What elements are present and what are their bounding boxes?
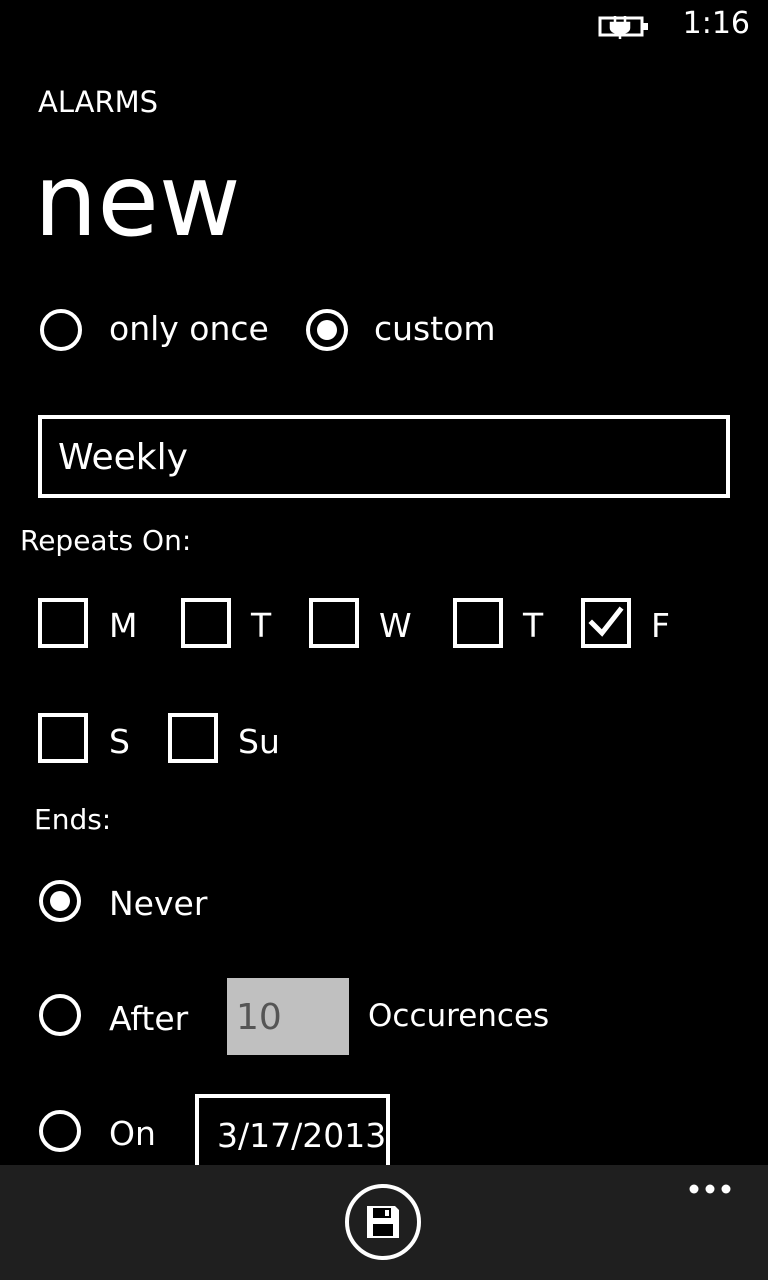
app-title: ALARMS (38, 85, 159, 119)
ends-after-radio[interactable] (39, 994, 81, 1036)
occurrences-label: Occurences (368, 998, 550, 1034)
only-once-radio[interactable] (40, 309, 82, 351)
ends-label: Ends: (34, 803, 112, 836)
end-date-value: 3/17/2013 (217, 1116, 387, 1155)
recurrence-pattern-field[interactable]: Weekly (38, 415, 730, 498)
day-label-sunday: Su (238, 722, 280, 761)
day-checkbox-monday[interactable] (38, 598, 88, 648)
day-checkbox-tuesday[interactable] (181, 598, 231, 648)
occurrence-count-value: 10 (236, 997, 282, 1038)
ends-on-radio[interactable] (39, 1110, 81, 1152)
day-checkbox-saturday[interactable] (38, 713, 88, 763)
occurrence-count-input[interactable]: 10 (227, 978, 349, 1055)
save-button[interactable] (345, 1184, 421, 1260)
checkmark-icon (588, 606, 624, 637)
status-time: 1:16 (682, 6, 750, 41)
day-checkbox-sunday[interactable] (168, 713, 218, 763)
ends-after-label[interactable]: After (109, 999, 188, 1039)
save-icon (367, 1206, 399, 1238)
only-once-label[interactable]: only once (109, 309, 269, 349)
ends-never-label[interactable]: Never (109, 884, 207, 924)
battery-charging-icon (598, 16, 648, 39)
day-label-wednesday: W (379, 606, 412, 645)
day-checkbox-thursday[interactable] (453, 598, 503, 648)
ends-never-selected-dot (50, 891, 70, 911)
ends-never-radio[interactable] (39, 880, 81, 922)
day-label-tuesday: T (251, 606, 272, 645)
repeats-on-label: Repeats On: (20, 524, 192, 557)
day-label-monday: M (109, 606, 138, 645)
day-label-thursday: T (523, 606, 544, 645)
recurrence-pattern-value: Weekly (58, 437, 188, 478)
custom-radio[interactable] (306, 309, 348, 351)
end-date-picker[interactable]: 3/17/2013 (195, 1094, 390, 1174)
day-label-saturday: S (109, 722, 130, 761)
custom-label[interactable]: custom (374, 309, 496, 349)
custom-radio-selected-dot (317, 320, 337, 340)
page-title: new (34, 142, 241, 259)
day-checkbox-wednesday[interactable] (309, 598, 359, 648)
more-ellipsis-icon[interactable] (688, 1182, 732, 1196)
day-checkbox-friday[interactable] (581, 598, 631, 648)
ends-on-label[interactable]: On (109, 1114, 156, 1154)
day-label-friday: F (651, 606, 670, 645)
